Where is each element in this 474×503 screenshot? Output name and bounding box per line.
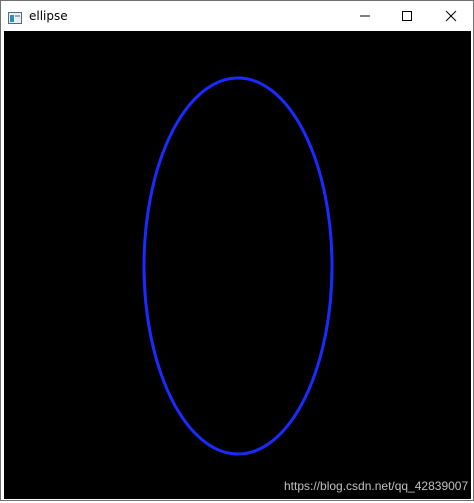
app-window-icon <box>8 9 22 24</box>
close-icon <box>445 10 457 22</box>
watermark-text: https://blog.csdn.net/qq_42839007 <box>284 479 469 493</box>
title-bar[interactable]: ellipse <box>1 1 473 31</box>
image-canvas <box>4 31 471 499</box>
maximize-button[interactable] <box>388 1 426 31</box>
ellipse-drawing <box>142 76 334 456</box>
maximize-icon <box>402 11 412 21</box>
close-button[interactable] <box>432 1 470 31</box>
minimize-button[interactable] <box>346 1 384 31</box>
ellipse-shape <box>142 76 334 456</box>
minimize-icon <box>360 15 370 17</box>
app-window: ellipse https://blog.csdn.net/qq_4283900… <box>0 0 474 501</box>
window-title: ellipse <box>29 9 68 23</box>
